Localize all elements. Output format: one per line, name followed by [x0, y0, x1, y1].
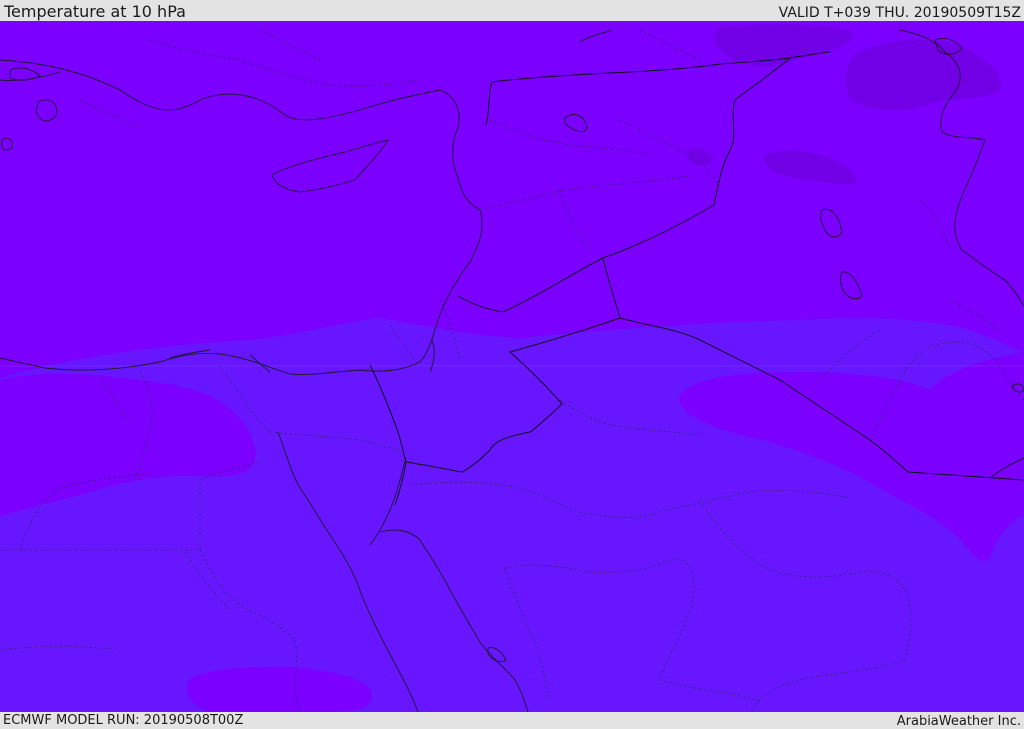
map-canvas	[0, 21, 1024, 712]
map-title: Temperature at 10 hPa	[4, 2, 186, 21]
model-run-label: ECMWF MODEL RUN: 20190508T00Z	[3, 713, 244, 728]
valid-time: VALID T+039 THU. 20190509T15Z	[778, 5, 1021, 21]
temperature-map[interactable]	[0, 21, 1024, 712]
brand-credit: ArabiaWeather Inc.	[896, 714, 1021, 729]
footer-bar: ECMWF MODEL RUN: 20190508T00Z ArabiaWeat…	[0, 712, 1024, 729]
header-bar: Temperature at 10 hPa VALID T+039 THU. 2…	[0, 0, 1024, 21]
